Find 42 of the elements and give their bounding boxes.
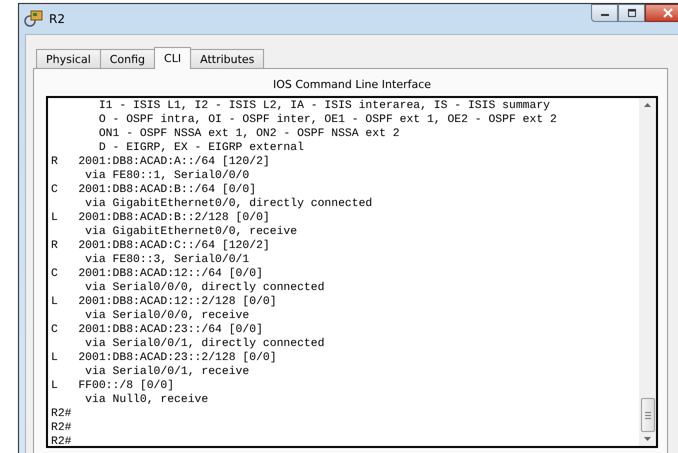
- scroll-down-icon[interactable]: [643, 436, 652, 442]
- maximize-icon: [626, 8, 638, 18]
- terminal-line: ON1 - OSPF NSSA ext 1, ON2 - OSPF NSSA ext 2: [98, 127, 401, 141]
- close-button[interactable]: [645, 4, 678, 22]
- scrollbar-thumb[interactable]: [640, 398, 654, 432]
- terminal-line: C 2001:DB8:ACAD:B::/64 [0/0]: [51, 183, 258, 197]
- tab[interactable]: Physical: [36, 49, 101, 68]
- panel-title: IOS Command Line Interface: [272, 78, 432, 91]
- terminal-line: L 2001:DB8:ACAD:B::2/128 [0/0]: [51, 211, 271, 225]
- maximize-button[interactable]: [618, 4, 645, 22]
- minimize-button[interactable]: [591, 4, 618, 22]
- terminal-line: D - EIGRP, EX - EIGRP external: [98, 141, 305, 155]
- terminal-line: via Null0, receive: [84, 393, 210, 407]
- terminal-line: I1 - ISIS L1, I2 - ISIS L2, IA - ISIS interarea, IS - ISIS summary: [98, 99, 551, 113]
- window-title: R2: [49, 12, 65, 26]
- grip-icon: [644, 410, 652, 420]
- scrollbar[interactable]: [639, 98, 656, 446]
- router-icon: [23, 9, 45, 29]
- terminal-line: via Serial0/0/1, receive: [84, 365, 250, 379]
- terminal-line: R 2001:DB8:ACAD:C::/64 [120/2]: [51, 239, 271, 253]
- terminal-line: L 2001:DB8:ACAD:23::2/128 [0/0]: [51, 351, 278, 365]
- terminal-line: via Serial0/0/0, directly connected: [84, 281, 326, 295]
- terminal-line: L FF00::/8 [0/0]: [51, 379, 176, 393]
- terminal-line: via FE80::3, Serial0/0/1: [84, 253, 250, 267]
- terminal-line: via Serial0/0/1, directly connected: [84, 337, 326, 351]
- terminal-line: R2#: [51, 435, 73, 449]
- terminal-line: via GigabitEthernet0/0, directly connected: [84, 197, 374, 211]
- terminal-line: via Serial0/0/0, receive: [84, 309, 250, 323]
- terminal-line: R2#: [51, 421, 73, 435]
- terminal-line: via GigabitEthernet0/0, receive: [84, 225, 298, 239]
- terminal-line: C 2001:DB8:ACAD:23::/64 [0/0]: [51, 323, 264, 337]
- scroll-up-icon[interactable]: [643, 102, 652, 108]
- terminal-line: R2#: [51, 407, 73, 421]
- terminal-line: via FE80::1, Serial0/0/0: [84, 169, 250, 183]
- tab[interactable]: CLI: [154, 47, 192, 69]
- tab[interactable]: Attributes: [190, 49, 264, 68]
- terminal-line: C 2001:DB8:ACAD:12::/64 [0/0]: [51, 267, 264, 281]
- close-icon: [662, 8, 674, 18]
- tab[interactable]: Config: [100, 49, 156, 68]
- terminal-line: R 2001:DB8:ACAD:A::/64 [120/2]: [51, 155, 271, 169]
- terminal-line: L 2001:DB8:ACAD:12::2/128 [0/0]: [51, 295, 278, 309]
- terminal-line: O - OSPF intra, OI - OSPF inter, OE1 - OSPF ext 1, OE2 - OSPF ext 2: [98, 113, 558, 127]
